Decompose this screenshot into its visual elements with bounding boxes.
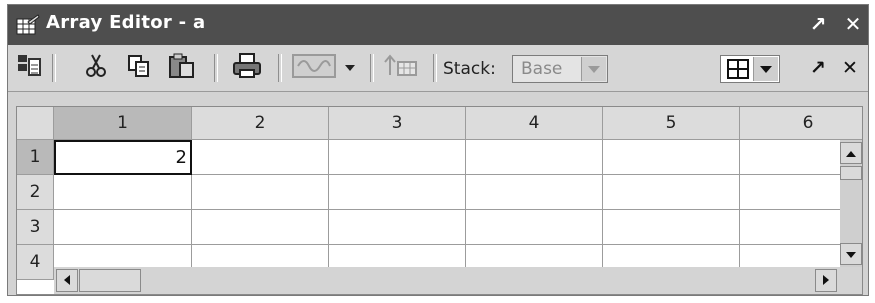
undock-button[interactable]: ↗ xyxy=(805,11,831,37)
arrow-up-icon xyxy=(845,144,857,163)
grid-cell[interactable] xyxy=(329,175,466,210)
column-header[interactable]: 6 xyxy=(740,107,862,140)
horizontal-scroll-thumb[interactable] xyxy=(79,269,141,292)
grid-cell[interactable] xyxy=(603,210,740,245)
close-window-button[interactable]: ✕ xyxy=(840,11,866,37)
grid-corner[interactable] xyxy=(17,107,54,140)
grid-cell[interactable] xyxy=(192,210,329,245)
vertical-scrollbar[interactable] xyxy=(840,140,862,267)
grid-cell[interactable] xyxy=(466,210,603,245)
grid-cell[interactable] xyxy=(466,175,603,210)
grid-cell[interactable] xyxy=(192,140,329,175)
arrow-left-icon xyxy=(62,271,72,290)
arrow-right-icon xyxy=(821,271,831,290)
scroll-right-button[interactable] xyxy=(815,269,837,292)
toolbar-separator xyxy=(370,54,374,82)
row-header[interactable]: 2 xyxy=(17,175,54,210)
plot-options-dropdown[interactable] xyxy=(342,53,358,83)
arrow-down-icon xyxy=(845,245,857,264)
column-header[interactable]: 3 xyxy=(329,107,466,140)
array-grid: 1 2 3 4 5 6 1 2 3 4 2 xyxy=(16,106,863,295)
chevron-down-icon xyxy=(344,59,356,78)
column-header[interactable]: 4 xyxy=(466,107,603,140)
grid-layout-icon xyxy=(727,59,749,83)
scroll-left-button[interactable] xyxy=(56,269,78,292)
print-button[interactable] xyxy=(229,53,265,83)
grid-cell[interactable] xyxy=(192,175,329,210)
print-icon xyxy=(232,53,262,83)
scrollbar-corner xyxy=(840,267,862,294)
array-editor-window-icon xyxy=(16,14,40,36)
grid-layout-select[interactable] xyxy=(720,55,780,83)
grid-cell[interactable] xyxy=(603,175,740,210)
column-header[interactable]: 5 xyxy=(603,107,740,140)
cut-icon xyxy=(85,53,107,83)
row-header[interactable]: 3 xyxy=(17,210,54,245)
column-header[interactable]: 1 xyxy=(54,107,192,140)
import-data-button[interactable] xyxy=(14,53,44,83)
row-header[interactable]: 1 xyxy=(17,140,54,175)
horizontal-scrollbar[interactable] xyxy=(54,267,840,294)
toolbar-separator xyxy=(52,54,56,82)
scroll-up-button[interactable] xyxy=(840,142,862,164)
toolbar-separator xyxy=(278,54,282,82)
chevron-down-icon[interactable] xyxy=(581,57,606,81)
stack-label: Stack: xyxy=(443,59,496,79)
array-editor-window: Array Editor - a ↗ ✕ Stack: Base ↗ ✕ 1 2… xyxy=(7,4,869,296)
grid-cell[interactable] xyxy=(466,140,603,175)
grid-cell[interactable] xyxy=(54,175,192,210)
toolbar-separator xyxy=(214,54,218,82)
title-bar[interactable]: Array Editor - a ↗ ✕ xyxy=(8,5,868,45)
toolbar: Stack: Base ↗ ✕ xyxy=(8,45,868,92)
plot-selection-button[interactable] xyxy=(290,53,338,83)
scroll-down-button[interactable] xyxy=(840,243,862,265)
toolbar-separator xyxy=(433,54,437,82)
plot-selection-icon xyxy=(292,53,336,83)
vertical-scroll-thumb[interactable] xyxy=(840,166,862,180)
import-data-icon xyxy=(16,53,42,83)
stack-select-value: Base xyxy=(521,59,563,79)
grid-cell-active[interactable]: 2 xyxy=(54,140,192,175)
toolbar-close-button[interactable]: ✕ xyxy=(838,53,862,83)
copy-icon xyxy=(126,53,152,83)
paste-icon xyxy=(168,53,196,83)
grid-cell[interactable] xyxy=(329,140,466,175)
cut-button[interactable] xyxy=(81,53,111,83)
copy-button[interactable] xyxy=(124,53,154,83)
grid-cell[interactable] xyxy=(54,210,192,245)
chevron-down-icon[interactable] xyxy=(753,57,778,81)
grid-cell[interactable] xyxy=(603,140,740,175)
window-title: Array Editor - a xyxy=(46,12,206,33)
stack-select[interactable]: Base xyxy=(512,55,608,83)
column-header[interactable]: 2 xyxy=(192,107,329,140)
stack-up-button[interactable] xyxy=(380,53,424,83)
row-header[interactable]: 4 xyxy=(17,245,54,280)
paste-button[interactable] xyxy=(166,53,198,83)
stack-up-icon xyxy=(382,53,422,83)
grid-cell[interactable] xyxy=(329,210,466,245)
toolbar-undock-button[interactable]: ↗ xyxy=(808,53,828,83)
